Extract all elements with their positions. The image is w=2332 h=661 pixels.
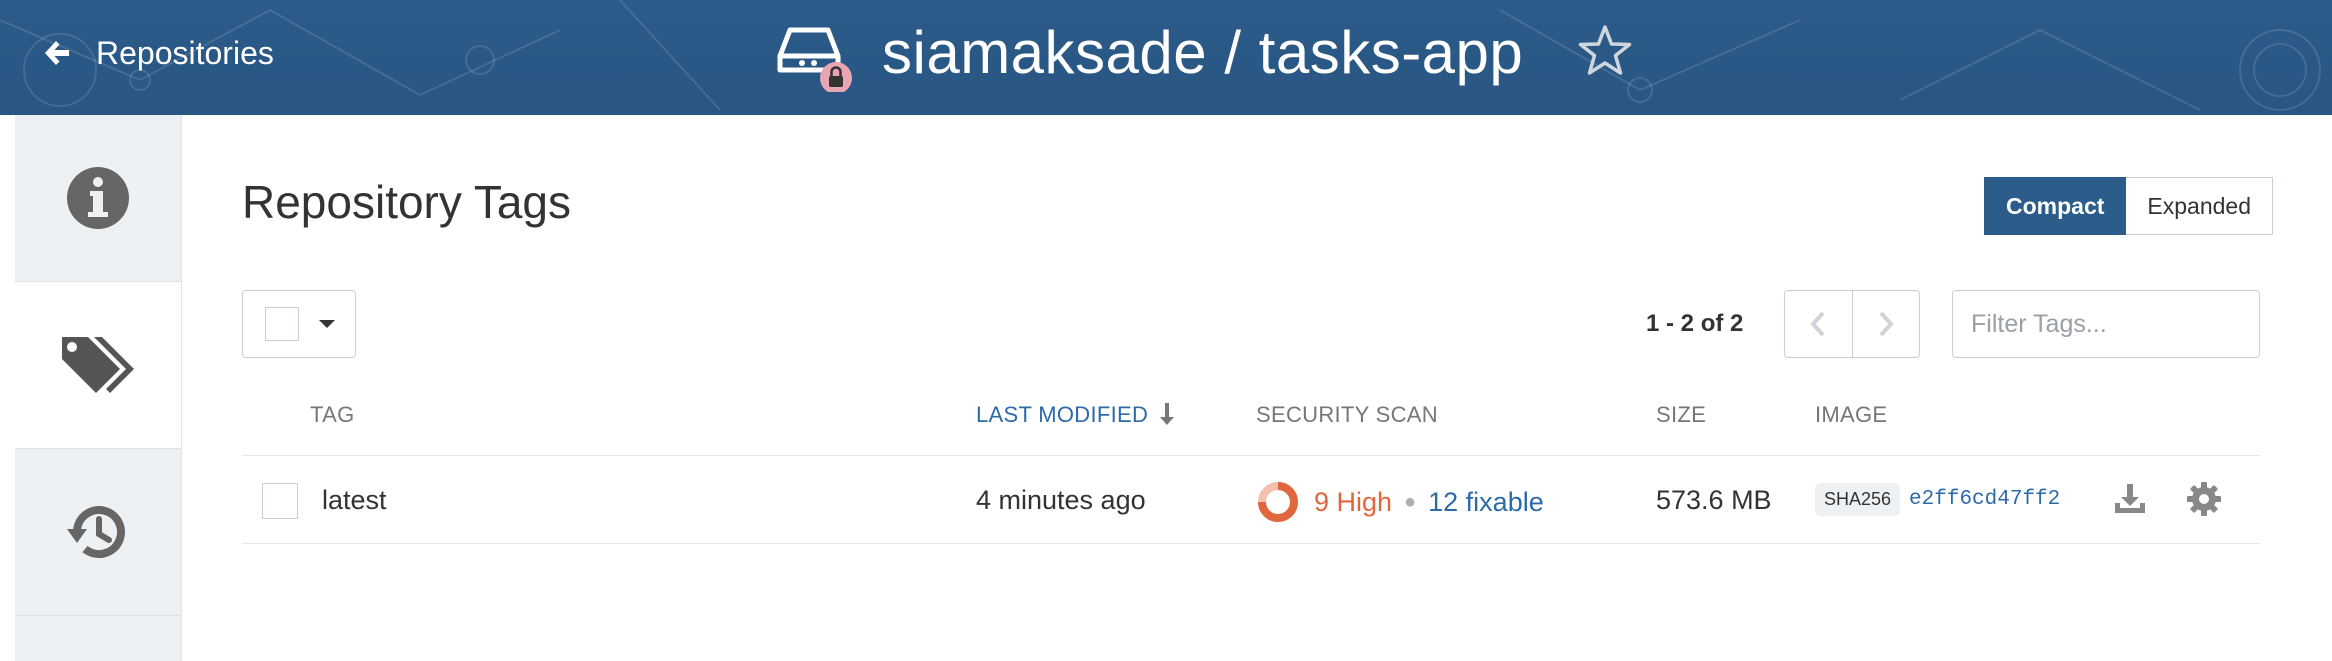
filter-tags-input[interactable] [1952, 290, 2260, 358]
image-digest: SHA256 e2ff6cd47ff2 [1815, 483, 2060, 516]
digest-algorithm-badge: SHA256 [1815, 483, 1901, 516]
row-divider [242, 543, 2260, 544]
private-repository-icon [776, 12, 856, 94]
repo-title: siamaksade / tasks-app [776, 12, 1635, 94]
back-label: Repositories [96, 34, 274, 71]
pagination-controls [1784, 290, 1920, 358]
page-title: Repository Tags [242, 176, 571, 228]
previous-page-button[interactable] [1785, 291, 1853, 357]
sort-descending-icon[interactable] [1157, 401, 1177, 427]
info-icon [67, 167, 129, 229]
column-header-security-scan[interactable]: SECURITY SCAN [1256, 402, 1438, 428]
chevron-right-icon [1879, 311, 1894, 337]
view-toggle: Compact Expanded [1984, 177, 2273, 235]
tag-name[interactable]: latest [322, 485, 387, 516]
high-vulnerabilities[interactable]: 9 High [1314, 487, 1392, 518]
next-page-button[interactable] [1853, 291, 1920, 357]
column-header-size[interactable]: SIZE [1656, 402, 1706, 428]
column-header-last-modified[interactable]: LAST MODIFIED [976, 402, 1148, 428]
history-icon [67, 506, 125, 559]
bulk-select-dropdown[interactable] [242, 290, 356, 358]
repo-header: Repositories siamaksade / tasks-app [0, 0, 2332, 115]
repository-name: siamaksade / tasks-app [882, 18, 1524, 86]
compact-view-button[interactable]: Compact [1984, 177, 2127, 235]
sidebar-item-tags[interactable] [15, 282, 181, 449]
star-icon[interactable] [1575, 22, 1635, 82]
column-header-tag[interactable]: TAG [310, 402, 355, 428]
repo-sidebar [15, 115, 182, 661]
gear-icon[interactable] [2186, 481, 2222, 517]
back-arrow-icon [45, 41, 69, 65]
vulnerability-donut-icon [1258, 482, 1298, 522]
header-divider [242, 455, 2260, 456]
sidebar-item-info[interactable] [15, 115, 181, 282]
row-checkbox[interactable] [262, 483, 298, 519]
download-icon[interactable] [2112, 481, 2148, 517]
column-header-image[interactable]: IMAGE [1815, 402, 1887, 428]
last-modified-value: 4 minutes ago [976, 485, 1146, 515]
chevron-left-icon [1810, 311, 1825, 337]
fixable-vulnerabilities[interactable]: 12 fixable [1428, 487, 1544, 518]
caret-down-icon [319, 320, 335, 328]
select-all-checkbox[interactable] [265, 307, 299, 341]
pagination-range: 1 - 2 of 2 [1646, 310, 1744, 337]
separator-dot: ● [1404, 490, 1417, 513]
tags-icon [62, 337, 134, 393]
back-to-repositories-link[interactable]: Repositories [42, 28, 274, 78]
main-content: Repository Tags Compact Expanded 1 - 2 o… [182, 115, 2332, 661]
sidebar-item-history[interactable] [15, 449, 181, 616]
security-scan-summary[interactable]: 9 High ● 12 fixable [1256, 477, 1544, 527]
expanded-view-button[interactable]: Expanded [2126, 177, 2273, 235]
image-size: 573.6 MB [1656, 485, 1772, 515]
digest-hash-link[interactable]: e2ff6cd47ff2 [1909, 488, 2060, 511]
